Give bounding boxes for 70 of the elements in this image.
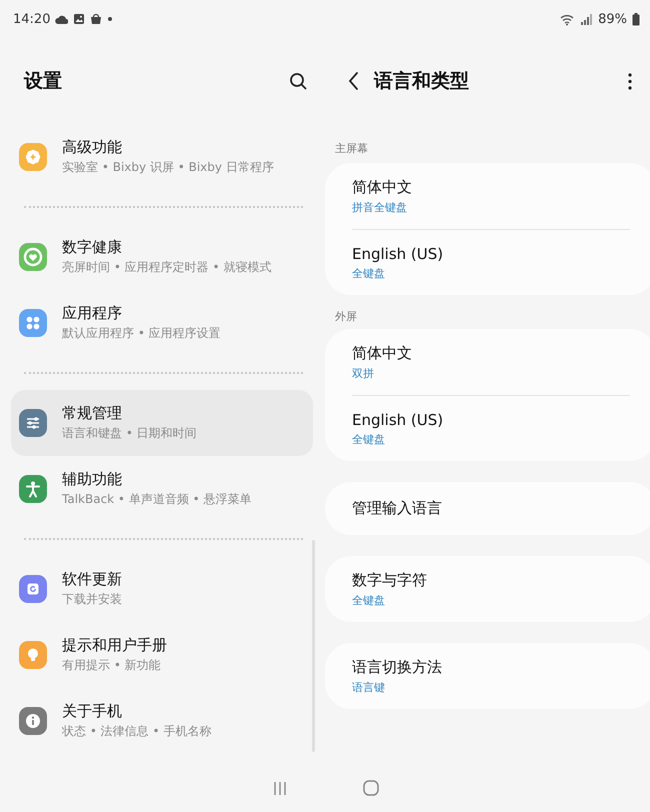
item-title: 高级功能 <box>62 138 123 157</box>
battery-level: 89% <box>598 12 627 26</box>
settings-item[interactable]: 软件更新 下载并安装 <box>11 556 313 622</box>
item-subtitle: 有用提示 • 新功能 <box>62 657 162 674</box>
settings-item[interactable]: 应用程序 默认应用程序 • 应用程序设置 <box>11 290 313 356</box>
setting-row[interactable]: 数字与字符 全键盘 <box>352 556 630 622</box>
item-subtitle: 下载并安装 <box>62 591 122 608</box>
row-subtitle: 全键盘 <box>352 592 386 608</box>
lightbulb-icon <box>19 641 47 669</box>
row-title: 简体中文 <box>352 344 413 362</box>
item-title: 关于手机 <box>62 702 123 721</box>
row-subtitle: 拼音全键盘 <box>352 200 408 214</box>
row-subtitle: 双拼 <box>352 366 375 380</box>
setting-row[interactable]: 管理输入语言 <box>352 482 630 535</box>
more-options-icon <box>628 72 632 90</box>
cloud-icon <box>55 14 68 24</box>
section-label: 外屏 <box>334 309 358 325</box>
dot-icon <box>107 16 114 22</box>
row-subtitle: 全键盘 <box>352 266 386 280</box>
wifi-icon <box>560 12 576 26</box>
update-icon <box>19 575 47 603</box>
item-title: 提示和用户手册 <box>62 636 167 655</box>
settings-item[interactable]: 数字健康 亮屏时间 • 应用程序定时器 • 就寝模式 <box>11 224 313 290</box>
item-subtitle: 默认应用程序 • 应用程序设置 <box>62 325 221 342</box>
item-subtitle: 实验室 • Bixby 识屏 • Bixby 日常程序 <box>62 159 274 176</box>
sliders-icon <box>19 409 47 437</box>
setting-row[interactable]: 简体中文 双拼 <box>352 329 630 395</box>
battery-icon <box>632 12 640 26</box>
item-subtitle: 语言和键盘 • 日期和时间 <box>62 425 197 442</box>
home-icon <box>363 780 379 796</box>
setting-row[interactable]: 语言切换方法 语言键 <box>352 643 630 709</box>
apps-icon <box>19 309 47 337</box>
item-title: 软件更新 <box>62 570 122 589</box>
row-subtitle: 全键盘 <box>352 432 386 446</box>
row-title: 管理输入语言 <box>352 499 443 518</box>
item-title: 常规管理 <box>62 404 123 423</box>
image-icon <box>73 13 86 25</box>
section-label: 主屏幕 <box>334 141 369 157</box>
info-icon <box>19 707 47 735</box>
item-title: 辅助功能 <box>62 470 123 489</box>
row-title: 简体中文 <box>352 178 413 196</box>
item-subtitle: 状态 • 法律信息 • 手机名称 <box>62 723 212 740</box>
search-icon <box>289 72 307 90</box>
item-subtitle: TalkBack • 单声道音频 • 悬浮菜单 <box>62 491 252 508</box>
settings-item[interactable]: 关于手机 状态 • 法律信息 • 手机名称 <box>11 688 313 754</box>
item-title: 数字健康 <box>62 238 123 257</box>
accessibility-icon <box>19 475 47 503</box>
item-subtitle: 亮屏时间 • 应用程序定时器 • 就寝模式 <box>62 259 272 276</box>
settings-item[interactable]: 常规管理 语言和键盘 • 日期和时间 <box>11 390 313 456</box>
row-title: English (US) <box>352 244 444 262</box>
row-subtitle: 语言键 <box>352 680 386 694</box>
setting-row[interactable]: English (US) 全键盘 <box>352 395 630 461</box>
page-title: 设置 <box>24 69 63 94</box>
row-title: English (US) <box>352 410 444 428</box>
settings-item[interactable]: 提示和用户手册 有用提示 • 新功能 <box>11 622 313 688</box>
heart-ring-icon <box>19 243 47 271</box>
row-title: 数字与字符 <box>352 570 428 590</box>
setting-row[interactable]: English (US) 全键盘 <box>352 229 630 295</box>
page-title: 语言和类型 <box>374 69 470 94</box>
flower-icon <box>19 143 47 171</box>
settings-item[interactable]: 高级功能 实验室 • Bixby 识屏 • Bixby 日常程序 <box>11 124 313 190</box>
recent-apps-icon <box>273 780 287 796</box>
setting-row[interactable]: 简体中文 拼音全键盘 <box>352 163 630 229</box>
item-title: 应用程序 <box>62 304 123 323</box>
signal-icon <box>580 12 594 26</box>
settings-item[interactable]: 辅助功能 TalkBack • 单声道音频 • 悬浮菜单 <box>11 456 313 522</box>
back-icon <box>347 71 360 91</box>
shopping-bag-icon <box>90 13 102 25</box>
clock: 14:20 <box>13 12 50 26</box>
row-title: 语言切换方法 <box>352 658 443 676</box>
